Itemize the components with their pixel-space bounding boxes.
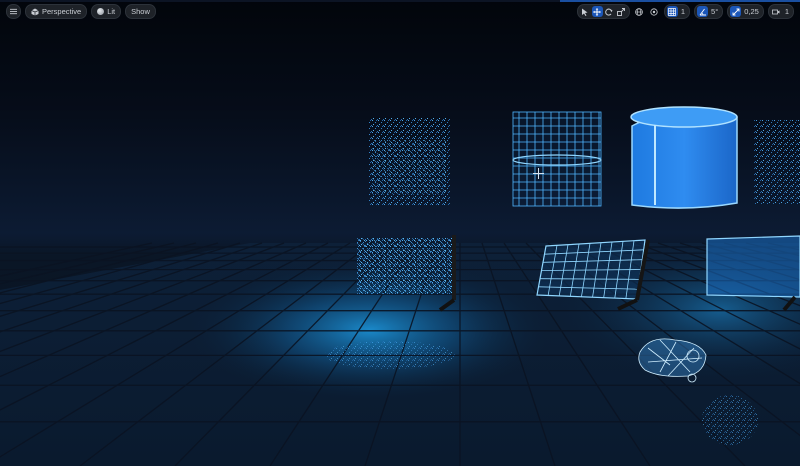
grid-snap-icon bbox=[668, 7, 677, 16]
lighting-mode-label: Lit bbox=[107, 7, 116, 16]
rotate-tool-button[interactable] bbox=[604, 6, 615, 17]
view-mode-label: Perspective bbox=[42, 7, 82, 16]
select-icon bbox=[582, 8, 588, 16]
rotation-snap-toggle[interactable] bbox=[697, 6, 709, 17]
grid-snap-value[interactable]: 1 bbox=[679, 7, 687, 16]
angle-snap-icon bbox=[699, 8, 706, 15]
crosshair-icon bbox=[533, 168, 544, 179]
scale-tool-button[interactable] bbox=[616, 6, 627, 17]
transform-tools-group bbox=[576, 4, 630, 19]
show-flags-label: Show bbox=[131, 7, 150, 16]
lighting-mode-button[interactable]: Lit bbox=[91, 4, 122, 19]
move-icon bbox=[593, 7, 602, 16]
editor-viewport[interactable]: Perspective Lit Show 1 5° 0,25 1 bbox=[0, 0, 800, 466]
scale-snap-value[interactable]: 0,25 bbox=[742, 7, 761, 16]
globe-icon bbox=[635, 7, 644, 16]
move-tool-button[interactable] bbox=[591, 6, 603, 17]
lit-sphere-icon bbox=[97, 8, 105, 15]
world-local-toggle[interactable] bbox=[634, 6, 645, 17]
rotation-snap-group: 5° bbox=[694, 4, 724, 19]
rotate-icon bbox=[605, 8, 613, 16]
viewport-toolbar-left: Perspective Lit Show bbox=[6, 4, 156, 19]
perspective-cube-icon bbox=[31, 8, 39, 15]
surface-snap-toggle[interactable] bbox=[649, 6, 660, 17]
hologram-cylinder-noise-right bbox=[754, 120, 800, 204]
camera-icon bbox=[772, 9, 780, 14]
scale-snap-toggle[interactable] bbox=[730, 6, 742, 17]
hologram-cylinder-wireframe bbox=[512, 111, 602, 207]
scale-icon bbox=[617, 7, 626, 16]
view-mode-button[interactable]: Perspective bbox=[25, 4, 88, 19]
scale-snap-icon bbox=[732, 8, 740, 15]
select-tool-button[interactable] bbox=[580, 6, 591, 17]
viewport-scene bbox=[0, 0, 800, 466]
viewport-top-accent bbox=[560, 0, 800, 2]
viewport-toolbar-right: 1 5° 0,25 1 bbox=[576, 4, 794, 19]
surface-snap-icon bbox=[650, 7, 658, 16]
hologram-cylinder-noise bbox=[368, 117, 450, 205]
grid-snap-group: 1 bbox=[663, 4, 691, 19]
camera-speed-value[interactable]: 1 bbox=[783, 7, 791, 16]
scale-snap-group: 0,25 bbox=[727, 4, 764, 19]
camera-speed-button[interactable] bbox=[771, 6, 782, 17]
hamburger-icon bbox=[10, 8, 17, 15]
show-flags-button[interactable]: Show bbox=[125, 4, 156, 19]
viewport-menu-button[interactable] bbox=[6, 4, 21, 19]
camera-speed-group: 1 bbox=[767, 4, 794, 19]
hologram-cylinder-solid bbox=[630, 106, 738, 209]
rotation-snap-value[interactable]: 5° bbox=[709, 7, 720, 16]
grid-snap-toggle[interactable] bbox=[666, 6, 678, 17]
